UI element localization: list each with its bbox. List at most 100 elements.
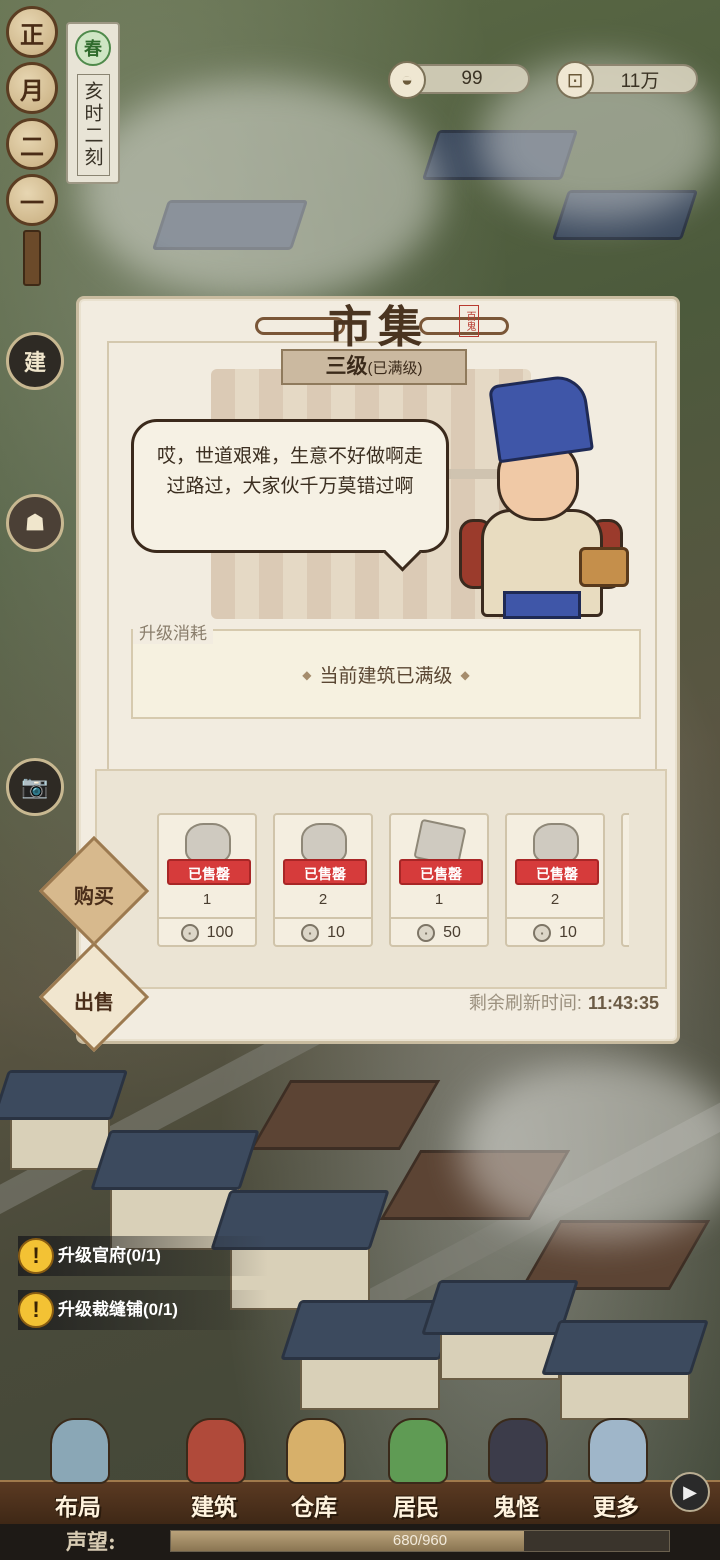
quest-label: 升级官府(0/1) xyxy=(58,1246,161,1265)
coin-icon: ▪ xyxy=(301,924,320,942)
reputation-label: 声望: xyxy=(66,1529,116,1554)
reputation-value: 680/960 xyxy=(392,1532,448,1549)
item-price: ▪ 10 xyxy=(273,917,373,947)
nav-label: 鬼怪 xyxy=(493,1494,539,1521)
quest-hint[interactable]: ! 升级裁缝铺(0/1) xyxy=(18,1290,268,1330)
goods-sack-icon xyxy=(533,823,579,863)
merchant-hat xyxy=(488,372,594,464)
silver-resource[interactable]: ◒ 99 xyxy=(388,61,530,99)
item-quantity: 1 xyxy=(202,891,212,908)
nav-label: 建筑 xyxy=(191,1494,237,1521)
shop-item-partial[interactable] xyxy=(621,813,629,947)
farm-field[interactable] xyxy=(249,1080,441,1150)
season-badge: 春 xyxy=(75,30,111,66)
coin-icon: ▪ xyxy=(533,924,552,942)
house-roof[interactable] xyxy=(90,1130,260,1190)
nav-label: 仓库 xyxy=(291,1494,337,1521)
quest-label: 升级裁缝铺(0/1) xyxy=(58,1300,178,1319)
character-avatar-button[interactable]: ☗ xyxy=(6,494,64,552)
straw-hat-character-icon: ☗ xyxy=(25,510,45,536)
max-level-message: 当前建筑已满级 xyxy=(319,666,453,687)
shop-items-panel: 已售罄 1 ▪ 100 已售罄 2 ▪ 10 已售罄 1 ▪ 50 已售罄 2 … xyxy=(95,769,667,989)
item-quantity: 2 xyxy=(318,891,328,908)
shop-item[interactable]: 已售罄 2 ▪ 10 xyxy=(505,813,605,947)
price-value: 10 xyxy=(559,924,577,941)
date-rod xyxy=(23,230,41,286)
shop-item[interactable]: 已售罄 1 ▪ 50 xyxy=(389,813,489,947)
nav-residents[interactable]: 居民 xyxy=(368,1418,464,1528)
layout-icon xyxy=(50,1418,110,1484)
house-roof[interactable] xyxy=(541,1320,709,1375)
tab-buy-label[interactable]: 购买 xyxy=(55,880,133,909)
camera-button[interactable]: 📷 xyxy=(6,758,64,816)
date-char: 一 xyxy=(6,174,58,226)
merchant-legs xyxy=(503,591,581,619)
chevron-right-icon: ▶ xyxy=(683,1482,697,1502)
coin-resource[interactable]: ⊡ 11万 xyxy=(556,61,698,99)
sold-out-badge: 已售罄 xyxy=(399,859,483,885)
diamond-ornament-icon: ◆ xyxy=(302,668,312,682)
build-sign-icon: 建 xyxy=(23,350,46,376)
refresh-time: 11:43:35 xyxy=(587,993,659,1013)
sold-out-badge: 已售罄 xyxy=(283,859,367,885)
coin-icon: ▪ xyxy=(417,924,436,942)
house-roof[interactable] xyxy=(421,1280,579,1335)
price-value: 50 xyxy=(443,924,461,941)
calendar-date: 正 月 二 一 xyxy=(6,6,62,286)
camera-icon: 📷 xyxy=(21,774,49,800)
sold-out-badge: 已售罄 xyxy=(515,859,599,885)
item-price: ▪ 50 xyxy=(389,917,489,947)
sold-out-badge: 已售罄 xyxy=(167,859,251,885)
exclamation-icon: ! xyxy=(18,1292,54,1328)
level-max-note: (已满级) xyxy=(367,360,423,377)
build-mode-button[interactable]: 建 xyxy=(6,332,64,390)
market-dialog: 市集 百鬼 三级(已满级) 哎，世道艰难，生意不好做啊走过路过，大家伙千万莫错过… xyxy=(76,296,680,1044)
title-seal: 百鬼 xyxy=(459,305,479,337)
diamond-ornament-icon: ◆ xyxy=(460,668,470,682)
upgrade-cost-status: ◆ 当前建筑已满级 ◆ xyxy=(133,661,639,688)
merchant-character xyxy=(459,372,629,619)
expand-arrow-button[interactable]: ▶ xyxy=(670,1472,710,1512)
nav-ghosts[interactable]: 鬼怪 xyxy=(468,1418,564,1528)
date-char: 正 xyxy=(6,6,58,58)
nav-warehouse[interactable]: 仓库 xyxy=(266,1418,362,1528)
shop-item[interactable]: 已售罄 1 ▪ 100 xyxy=(157,813,257,947)
date-char: 月 xyxy=(6,62,58,114)
fog xyxy=(80,80,440,300)
item-price: ▪ 100 xyxy=(157,917,257,947)
item-quantity: 1 xyxy=(434,891,444,908)
item-quantity: 2 xyxy=(550,891,560,908)
coin-icon: ▪ xyxy=(180,924,199,942)
nav-buildings[interactable]: 建筑 xyxy=(166,1418,262,1528)
more-icon xyxy=(588,1418,648,1484)
shop-item-row[interactable]: 已售罄 1 ▪ 100 已售罄 2 ▪ 10 已售罄 1 ▪ 50 已售罄 2 … xyxy=(149,813,629,953)
treasure-box-icon xyxy=(579,547,629,587)
exclamation-icon: ! xyxy=(18,1238,54,1274)
resident-icon xyxy=(388,1418,448,1484)
nav-layout[interactable]: 布局 xyxy=(30,1418,126,1528)
refresh-timer: 剩余刷新时间: 11:43:35 xyxy=(469,989,659,1015)
warehouse-icon xyxy=(286,1418,346,1484)
nav-label: 布局 xyxy=(55,1494,101,1521)
game-time: 亥时二刻 xyxy=(76,74,110,176)
nav-label: 更多 xyxy=(593,1494,639,1521)
nav-more[interactable]: 更多 xyxy=(568,1418,664,1528)
dialog-title: 市集 xyxy=(328,302,428,353)
date-char: 二 xyxy=(6,118,58,170)
level-text: 三级 xyxy=(325,355,368,378)
upgrade-cost-label: 升级消耗 xyxy=(133,619,213,644)
price-value: 100 xyxy=(206,924,234,941)
copper-coin-icon: ⊡ xyxy=(556,61,594,99)
house-roof[interactable] xyxy=(0,1070,129,1120)
building-icon xyxy=(186,1418,246,1484)
price-value: 10 xyxy=(327,924,345,941)
shop-item[interactable]: 已售罄 2 ▪ 10 xyxy=(273,813,373,947)
time-tag: 春 亥时二刻 xyxy=(66,22,120,184)
goods-sack-icon xyxy=(185,823,231,863)
refresh-label: 剩余刷新时间: xyxy=(468,993,582,1013)
quest-hint[interactable]: ! 升级官府(0/1) xyxy=(18,1236,268,1276)
ghost-icon xyxy=(488,1418,548,1484)
goods-sack-icon xyxy=(301,823,347,863)
tab-sell-label[interactable]: 出售 xyxy=(55,986,133,1015)
silver-ingot-icon: ◒ xyxy=(388,61,426,99)
